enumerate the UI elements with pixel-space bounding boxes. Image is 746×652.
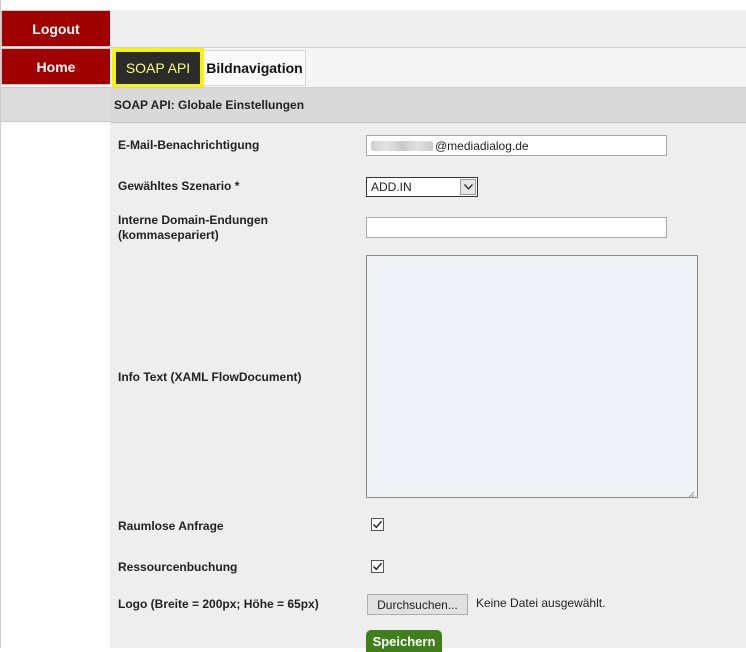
left-navigation: Logout Home bbox=[0, 0, 111, 648]
ressourcen-label: Ressourcenbuchung bbox=[118, 560, 238, 574]
domains-input[interactable] bbox=[366, 217, 667, 238]
domains-label: Interne Domain-Endungen (kommasepariert) bbox=[118, 213, 268, 243]
logo-label: Logo (Breite = 200px; Höhe = 65px) bbox=[118, 597, 319, 611]
save-button[interactable]: Speichern bbox=[366, 630, 442, 652]
email-label: E-Mail-Benachrichtigung bbox=[118, 138, 260, 152]
scenario-selected-value: ADD.IN bbox=[371, 180, 412, 194]
raumlose-checkbox[interactable] bbox=[371, 518, 384, 531]
chevron-down-icon[interactable] bbox=[460, 179, 476, 195]
check-icon bbox=[372, 520, 383, 529]
scenario-label: Gewähltes Szenario * bbox=[118, 179, 240, 193]
info-text-area[interactable] bbox=[366, 255, 698, 498]
file-status-text: Keine Datei ausgewählt. bbox=[476, 596, 606, 610]
panel-title: SOAP API: Globale Einstellungen bbox=[110, 88, 746, 123]
email-field[interactable]: @mediadialog.de bbox=[366, 135, 667, 156]
redacted-text bbox=[371, 140, 433, 151]
logout-button[interactable]: Logout bbox=[1, 10, 111, 47]
top-bar bbox=[110, 10, 746, 47]
domains-label-line1: Interne Domain-Endungen bbox=[118, 213, 268, 227]
browse-file-button[interactable]: Durchsuchen... bbox=[367, 594, 468, 615]
tab-soap-api[interactable]: SOAP API bbox=[112, 48, 204, 88]
email-value: @mediadialog.de bbox=[435, 138, 529, 153]
home-button[interactable]: Home bbox=[1, 48, 111, 85]
tab-bildnavigation[interactable]: Bildnavigation bbox=[204, 50, 306, 86]
check-icon bbox=[372, 562, 383, 571]
scenario-select[interactable]: ADD.IN bbox=[366, 177, 478, 197]
info-text-label: Info Text (XAML FlowDocument) bbox=[118, 370, 302, 384]
ressourcen-checkbox[interactable] bbox=[371, 560, 384, 573]
tab-bar: SOAP API Bildnavigation bbox=[110, 47, 746, 88]
settings-panel: SOAP API: Globale Einstellungen E-Mail-B… bbox=[110, 87, 746, 652]
left-nav-spacer bbox=[1, 87, 111, 122]
domains-label-line2: (kommasepariert) bbox=[118, 228, 219, 242]
resize-grip-icon[interactable] bbox=[687, 487, 695, 498]
raumlose-label: Raumlose Anfrage bbox=[118, 519, 224, 533]
